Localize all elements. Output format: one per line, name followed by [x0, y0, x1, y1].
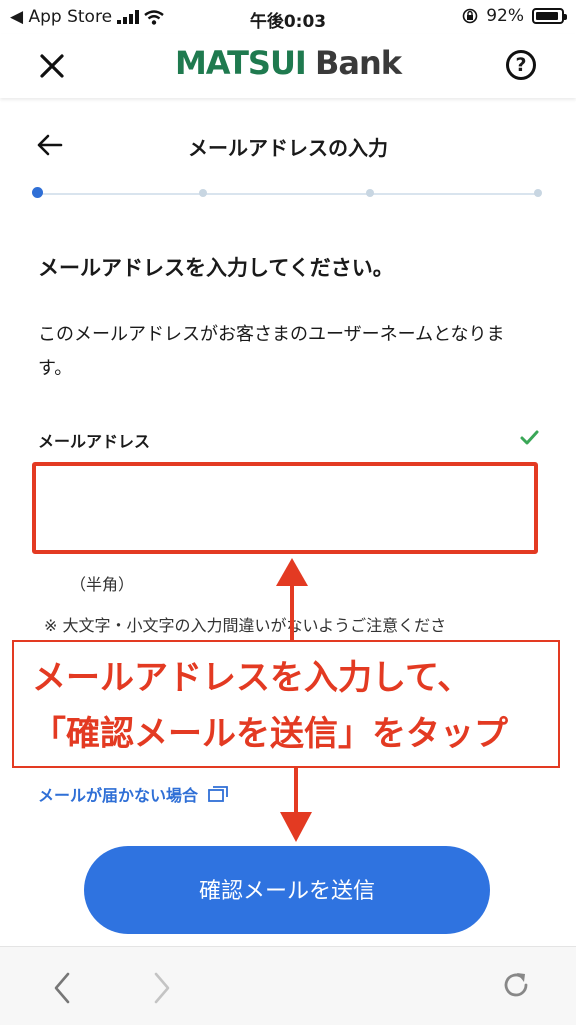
step-progress-track: [37, 193, 541, 195]
check-icon: [520, 430, 539, 445]
step-dot-2: [199, 189, 207, 197]
orientation-lock-icon: [462, 8, 478, 24]
annotation-arrow-down-icon: [280, 768, 312, 842]
send-confirmation-email-button[interactable]: 確認メールを送信: [84, 846, 490, 934]
annotation-line-2: 「確認メールを送信」をタップ: [32, 714, 508, 754]
step-dot-4: [534, 189, 542, 197]
email-field-label: メールアドレス: [38, 432, 151, 451]
browser-toolbar: [0, 946, 576, 1025]
annotation-highlight-rect: [32, 462, 538, 554]
battery-icon: [532, 8, 567, 24]
case-sensitivity-note: ※ 大文字・小文字の入力間違いがないようご注意くださ: [44, 616, 447, 635]
external-window-icon: [208, 786, 228, 802]
battery-level: [536, 12, 558, 20]
annotation-callout: メールアドレスを入力して、 「確認メールを送信」をタップ: [12, 640, 560, 768]
status-right: 92%: [462, 6, 567, 26]
status-bar: ◀ App Store 午後0:03 92%: [0, 0, 576, 34]
logo-bank: Bank: [315, 44, 402, 82]
annotation-line-1: メールアドレスを入力して、: [32, 658, 472, 698]
step-dot-3: [366, 189, 374, 197]
description-text: このメールアドレスがお客さまのユーザーネームとなります。: [38, 324, 505, 379]
step-dot-1: [32, 187, 43, 198]
chevron-right-icon[interactable]: [150, 971, 174, 1005]
logo-brand: MATSUI: [174, 44, 307, 82]
page-title: メールアドレスの入力: [188, 136, 388, 160]
hankaku-hint: （半角）: [70, 575, 135, 594]
reload-icon[interactable]: [500, 969, 532, 1001]
matsui-bank-logo: MATSUI Bank: [0, 44, 576, 82]
email-not-received-link[interactable]: メールが届かない場合: [38, 782, 228, 806]
app-header: MATSUI Bank ?: [0, 34, 576, 98]
help-link-label: メールが届かない場合: [38, 786, 199, 805]
chevron-left-icon[interactable]: [50, 971, 74, 1005]
annotation-arrow-up-icon: [276, 558, 308, 640]
section-headline: メールアドレスを入力してください。: [38, 256, 394, 280]
battery-percent: 92%: [486, 6, 524, 26]
help-button[interactable]: ?: [506, 50, 536, 80]
